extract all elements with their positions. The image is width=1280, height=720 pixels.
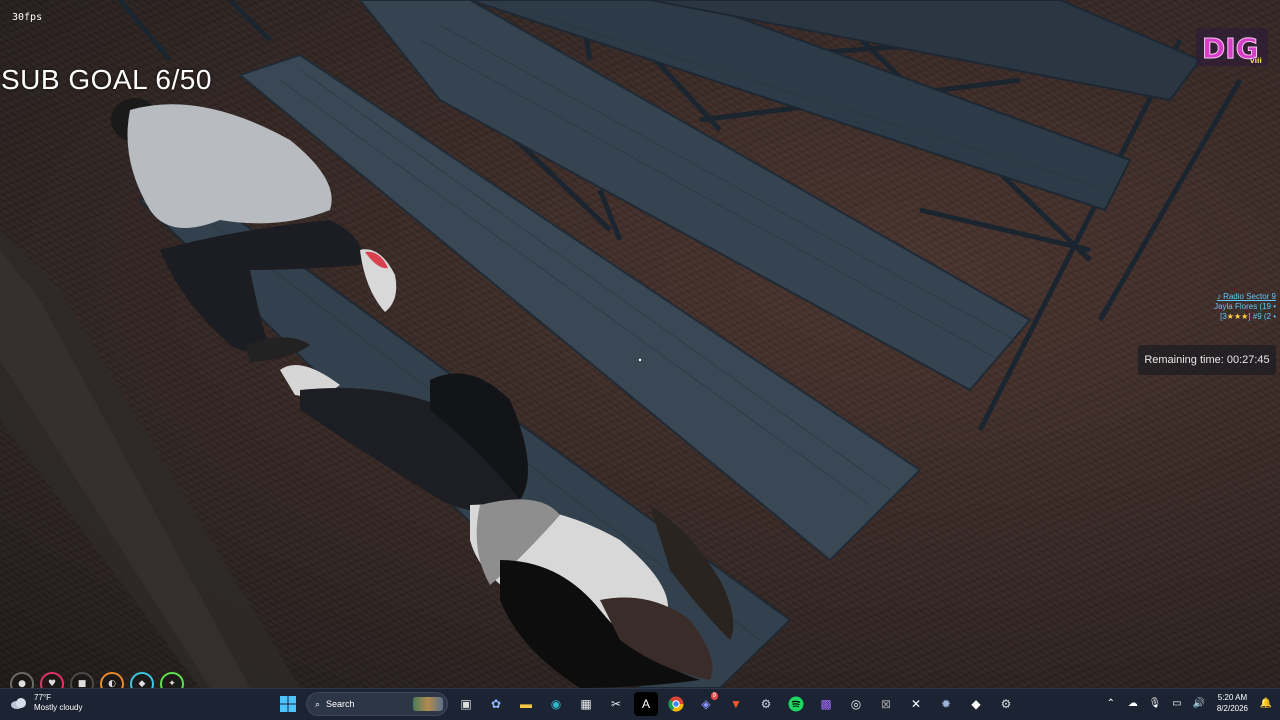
capcut2-icon[interactable]: ✕ <box>904 692 928 716</box>
settings-icon[interactable]: ✹ <box>934 692 958 716</box>
radio-player-name: Jayla Flores (19 • <box>1214 302 1276 311</box>
steam-icon[interactable]: ⚙ <box>754 692 778 716</box>
taskbar-apps: ⌕ Search ▣ ✿ ▬ ◉ ▦ ✂ A ◈ 9 ▼ ⚙ ▩ ◎ ⊠ ✕ ✹… <box>276 692 1018 716</box>
radio-panel: ♪ Radio Sector 9 Jayla Flores (19 • [3★★… <box>1214 292 1276 322</box>
remaining-time-text: Remaining time: 00:27:45 <box>1144 354 1270 366</box>
food-icon: ◐ <box>100 672 124 688</box>
edge-icon[interactable]: ◉ <box>544 692 568 716</box>
obs-icon[interactable]: ◎ <box>844 692 868 716</box>
streamer-logo: DIG viii <box>1196 28 1268 66</box>
search-highlight-image <box>413 697 443 711</box>
radio-info-prefix: [3 <box>1220 312 1227 321</box>
weather-widget[interactable]: 77°F Mostly cloudy <box>10 693 82 713</box>
task-view-icon[interactable]: ▣ <box>454 692 478 716</box>
stamina-icon: ✦ <box>160 672 184 688</box>
volume-icon[interactable]: 🔊 <box>1191 693 1207 713</box>
discord-badge: 9 <box>710 692 718 700</box>
heart-icon: ♥ <box>40 672 64 688</box>
microphone-icon[interactable]: 🎙 <box>1147 693 1163 713</box>
game-launcher-icon[interactable]: ◆ <box>964 692 988 716</box>
brave-icon[interactable]: ▼ <box>724 692 748 716</box>
chevron-up-icon[interactable]: ⌃ <box>1103 693 1119 713</box>
cloud-icon <box>11 698 26 709</box>
windows-taskbar: 77°F Mostly cloudy ⌕ Search ▣ ✿ ▬ ◉ ▦ ✂ … <box>0 688 1280 720</box>
radio-player-info: [3★★★] #9 (2 • <box>1214 312 1276 322</box>
weather-temp: 77°F <box>34 693 51 702</box>
game-scene <box>0 0 1243 688</box>
spotify-logo <box>788 696 804 712</box>
sub-goal-text: SUB GOAL 6/50 <box>1 64 212 95</box>
search-label: Search <box>326 699 355 709</box>
armor-icon: ■ <box>70 672 94 688</box>
wanted-stars: ★★★ <box>1226 312 1249 321</box>
search-icon: ⌕ <box>315 698 321 709</box>
radio-station-label: Radio Sector 9 <box>1223 292 1276 301</box>
clock-time: 5:20 AM <box>1217 693 1248 702</box>
snipping-icon[interactable]: ✂ <box>604 692 628 716</box>
screen: 30fps SUB GOAL 6/50 DIG viii ♪ Radio Sec… <box>0 0 1280 720</box>
copilot-icon[interactable]: ✿ <box>484 692 508 716</box>
chrome-logo <box>668 696 684 712</box>
crosshair-dot <box>638 358 642 362</box>
gear-app-icon[interactable]: ⚙ <box>994 692 1018 716</box>
terminal-icon[interactable]: ⊠ <box>874 692 898 716</box>
windows-logo-icon <box>280 696 296 712</box>
discord-icon[interactable]: ◈ 9 <box>694 692 718 716</box>
start-button[interactable] <box>276 692 300 716</box>
grid-app-icon[interactable]: ▩ <box>814 692 838 716</box>
system-tray: ⌃ ☁ 🎙 ▭ 🔊 5:20 AM 8/2/2026 🔔 <box>1103 692 1274 714</box>
file-explorer-icon[interactable]: ▬ <box>514 692 538 716</box>
chrome-icon[interactable] <box>664 692 688 716</box>
display-icon[interactable]: ▭ <box>1169 693 1185 713</box>
onedrive-icon[interactable]: ☁ <box>1125 693 1141 713</box>
fps-counter: 30fps <box>12 12 43 23</box>
clock-date: 8/2/2026 <box>1216 704 1248 713</box>
weather-desc: Mostly cloudy <box>34 703 83 712</box>
radio-station[interactable]: ♪ Radio Sector 9 <box>1214 292 1276 302</box>
clock[interactable]: 5:20 AM 8/2/2026 <box>1213 692 1252 714</box>
status-bar: ● ♥ ■ ◐ ◆ ✦ <box>10 672 184 688</box>
radio-info-suffix: ] #9 (2 • <box>1248 312 1276 321</box>
spotify-icon[interactable] <box>784 692 808 716</box>
notification-bell-icon[interactable]: 🔔 <box>1258 693 1274 713</box>
drop-icon: ● <box>10 672 34 688</box>
game-viewport[interactable]: 30fps SUB GOAL 6/50 DIG viii ♪ Radio Sec… <box>0 0 1280 688</box>
remaining-time-panel: Remaining time: 00:27:45 <box>1138 345 1276 375</box>
microsoft-store-icon[interactable]: ▦ <box>574 692 598 716</box>
logo-subtext: viii <box>1250 57 1262 65</box>
taskbar-search[interactable]: ⌕ Search <box>306 692 448 716</box>
capcut-icon[interactable]: A <box>634 692 658 716</box>
water-icon: ◆ <box>130 672 154 688</box>
